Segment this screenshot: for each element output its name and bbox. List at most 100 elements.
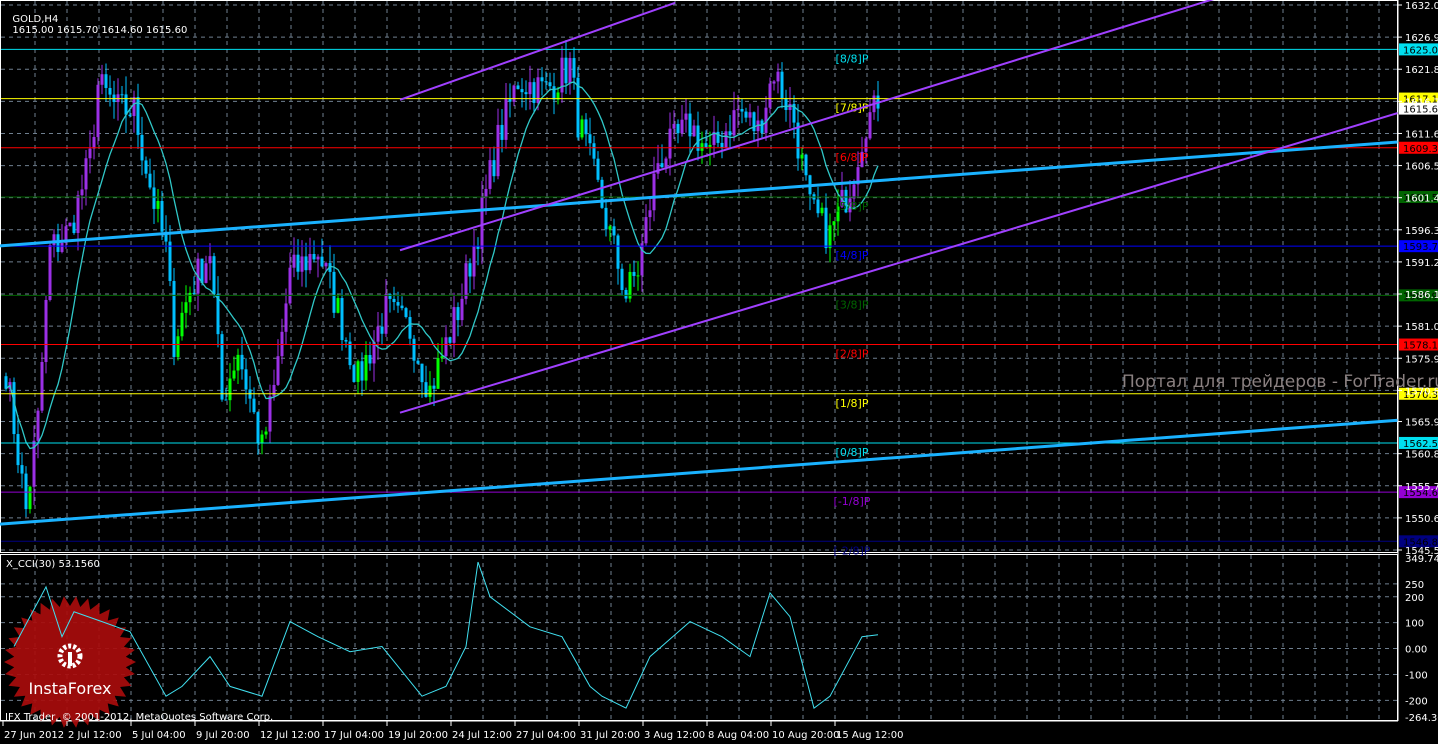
- candle: [476, 237, 480, 266]
- candle: [796, 104, 800, 171]
- candle-body: [512, 85, 516, 102]
- candle-body: [760, 120, 764, 133]
- candle-body: [404, 308, 408, 318]
- candle: [724, 122, 728, 148]
- candle-body: [692, 125, 696, 137]
- symbol-label: GOLD,H4: [12, 14, 59, 25]
- price-tick-label: 1606.55: [1405, 162, 1438, 173]
- candle-body: [376, 326, 380, 342]
- candle: [776, 63, 780, 94]
- price-tick-label: 1626.95: [1405, 33, 1438, 44]
- candle: [256, 411, 260, 455]
- murrey-level-label: [1/8]P: [836, 397, 869, 410]
- candle-body: [824, 207, 828, 249]
- candle: [412, 334, 416, 373]
- candle: [876, 80, 880, 122]
- candle: [368, 341, 372, 371]
- candle: [296, 239, 300, 280]
- candle-body: [36, 410, 40, 441]
- time-tick-label: 19 Jul 20:00: [388, 730, 448, 741]
- candle-body: [544, 81, 548, 83]
- candle: [760, 118, 764, 139]
- candle: [12, 377, 16, 443]
- current-price-label: 1615.60: [1403, 105, 1438, 116]
- murrey-level-label: [2/8]P: [836, 348, 869, 361]
- candle-body: [504, 98, 508, 140]
- candle: [96, 78, 100, 145]
- candle-body: [464, 263, 468, 299]
- candle-body: [568, 58, 572, 84]
- candle: [380, 313, 384, 346]
- candle-body: [144, 160, 148, 174]
- candle: [580, 115, 584, 140]
- candle: [460, 283, 464, 327]
- candle: [332, 253, 336, 319]
- candle: [16, 415, 20, 474]
- candle-body: [204, 263, 208, 283]
- candle-body: [768, 83, 772, 108]
- logo-text: InstaForex: [29, 679, 112, 698]
- candle: [560, 46, 564, 103]
- candle-body: [68, 222, 72, 227]
- cci-tick-label: -264.307: [1405, 713, 1438, 724]
- ohlc-values: 1615.00 1615.70 1614.60 1615.60: [12, 25, 188, 36]
- price-tick-label: 1575.95: [1405, 354, 1438, 365]
- candle: [744, 107, 748, 123]
- candle: [612, 218, 616, 245]
- candle: [24, 466, 28, 517]
- candle-body: [296, 254, 300, 272]
- candle-body: [688, 113, 692, 137]
- candle: [72, 214, 76, 235]
- candle: [636, 261, 640, 291]
- murrey-level-label: [5/8]P: [836, 200, 869, 213]
- indicator-pane-frame: [0, 554, 1398, 721]
- candle: [144, 156, 148, 179]
- candle: [676, 119, 680, 144]
- candle: [492, 146, 496, 183]
- candle-body: [276, 356, 280, 385]
- candle-body: [364, 355, 368, 381]
- candle: [36, 407, 40, 459]
- candle: [828, 213, 832, 263]
- candle-body: [624, 289, 628, 299]
- cci-tick-label: 100: [1405, 619, 1424, 630]
- candle: [740, 98, 744, 124]
- candle-body: [652, 173, 656, 211]
- candle-body: [432, 385, 436, 389]
- candle: [600, 176, 604, 209]
- candle-body: [636, 275, 640, 277]
- candle: [336, 294, 340, 314]
- candle-body: [572, 58, 576, 78]
- time-tick-label: 17 Jul 04:00: [324, 730, 384, 741]
- candle-body: [72, 222, 76, 233]
- candle: [116, 78, 120, 121]
- candle: [528, 65, 532, 110]
- candle-body: [600, 179, 604, 208]
- candle: [628, 263, 632, 303]
- candle-body: [776, 71, 780, 82]
- candle: [516, 81, 520, 90]
- time-tick-label: 31 Jul 20:00: [580, 730, 640, 741]
- cci-tick-label: 349.745: [1405, 554, 1438, 565]
- candle-body: [408, 317, 412, 339]
- candle: [680, 105, 684, 137]
- price-tick-label: 1581.05: [1405, 322, 1438, 333]
- candle: [244, 358, 248, 405]
- candle-body: [728, 131, 732, 136]
- candle-body: [528, 82, 532, 95]
- time-tick-label: 15 Aug 12:00: [836, 730, 903, 741]
- candle-body: [648, 210, 652, 218]
- price-level-tag-text: 1625.00: [1403, 45, 1438, 56]
- candle: [656, 144, 660, 180]
- candle-body: [516, 85, 520, 90]
- candle-body: [40, 361, 44, 411]
- candle: [216, 276, 220, 348]
- candle-body: [272, 384, 276, 397]
- candle-body: [552, 86, 556, 100]
- candle: [28, 485, 32, 514]
- cci-tick-label: -200: [1405, 696, 1428, 707]
- candle-body: [224, 399, 228, 401]
- candle: [184, 285, 188, 329]
- candle-body: [260, 434, 264, 444]
- candle-body: [484, 188, 488, 197]
